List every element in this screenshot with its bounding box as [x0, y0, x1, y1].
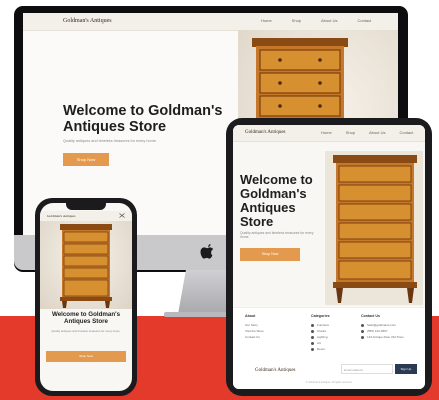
footer-col1-title: About	[245, 314, 256, 318]
desktop-nav-links: Home Shop About Us Contact	[261, 18, 371, 23]
phone-icon	[361, 329, 364, 333]
highboy-chest-icon	[60, 224, 112, 308]
phone-hero-photo	[40, 221, 132, 309]
desktop-logo[interactable]: Goldman's Antiques	[63, 18, 112, 24]
bullet-icon	[311, 341, 314, 345]
tablet-hero-photo	[325, 151, 423, 305]
footer-col-about: About Our Story Visit the Store Contact …	[245, 314, 264, 340]
tablet-screen: Goldman's Antiques Home Shop About Us Co…	[233, 125, 425, 389]
bullet-icon	[311, 347, 314, 351]
nav-shop[interactable]: Shop	[292, 18, 301, 23]
phone-nav-bar: Goldman's Antiques	[40, 211, 132, 221]
phone-screen: Goldman's Antiques Welcome to Goldman's …	[40, 203, 132, 391]
nav-contact[interactable]: Contact	[357, 18, 371, 23]
tablet-hero-title: Welcome to Goldman's Antiques Store	[240, 172, 313, 229]
tablet-logo[interactable]: Goldman's Antiques	[245, 130, 285, 135]
close-icon[interactable]	[119, 213, 125, 218]
tablet-footer: About Our Story Visit the Store Contact …	[233, 307, 425, 389]
apple-logo-icon	[200, 244, 214, 259]
footer-category[interactable]: Decor	[311, 346, 330, 352]
footer-copyright: © Goldman's Antiques. All rights reserve…	[305, 381, 353, 384]
nav-home[interactable]: Home	[261, 18, 272, 23]
phone-notch	[66, 203, 106, 210]
mail-icon	[361, 323, 364, 327]
footer-col-categories: Categories Furniture Clocks Lighting Art…	[311, 314, 330, 352]
footer-link[interactable]: Contact Us	[245, 334, 264, 340]
bullet-icon	[311, 329, 314, 333]
footer-col2-title: Categories	[311, 314, 330, 318]
phone-shop-now-button[interactable]: Shop Now	[46, 351, 126, 362]
footer-category-label: Decor	[317, 347, 326, 351]
tablet-shop-now-button[interactable]: Shop Now	[240, 248, 300, 261]
location-icon	[361, 335, 364, 339]
newsletter-email-input[interactable]: Email address	[341, 364, 393, 374]
desktop-hero-title: Welcome to Goldman's Antiques Store	[63, 103, 223, 135]
nav-about[interactable]: About Us	[321, 18, 337, 23]
footer-contact-label: 123 Antique Row, Old Town	[367, 335, 404, 339]
newsletter-signup-button[interactable]: Sign Up	[395, 364, 417, 374]
desktop-shop-now-button[interactable]: Shop Now	[63, 153, 109, 166]
tablet-nav-links: Home Shop About Us Contact	[321, 130, 413, 135]
phone-hero-subtitle: Quality antiques and timeless treasures …	[51, 329, 121, 333]
desktop-nav-bar: Goldman's Antiques Home Shop About Us Co…	[23, 13, 398, 31]
tablet-nav-contact[interactable]: Contact	[399, 130, 413, 135]
tablet-nav-bar: Goldman's Antiques Home Shop About Us Co…	[233, 125, 425, 142]
tablet-nav-shop[interactable]: Shop	[346, 130, 355, 135]
desktop-hero-subtitle: Quality antiques and timeless treasures …	[63, 139, 157, 143]
footer-col3-title: Contact Us	[361, 314, 380, 318]
footer-col-contact: Contact Us hello@goldmans.com (555) 123-…	[361, 314, 421, 340]
footer-contact-item[interactable]: 123 Antique Row, Old Town	[361, 334, 421, 340]
footer-logo[interactable]: Goldman's Antiques	[255, 368, 295, 373]
phone-hero-title: Welcome to Goldman's Antiques Store	[51, 311, 121, 325]
bullet-icon	[311, 335, 314, 339]
tablet-nav-about[interactable]: About Us	[369, 130, 385, 135]
bullet-icon	[311, 323, 314, 327]
tablet-nav-home[interactable]: Home	[321, 130, 332, 135]
phone-logo[interactable]: Goldman's Antiques	[47, 214, 75, 218]
tablet-hero-subtitle: Quality antiques and timeless treasures …	[240, 231, 314, 239]
